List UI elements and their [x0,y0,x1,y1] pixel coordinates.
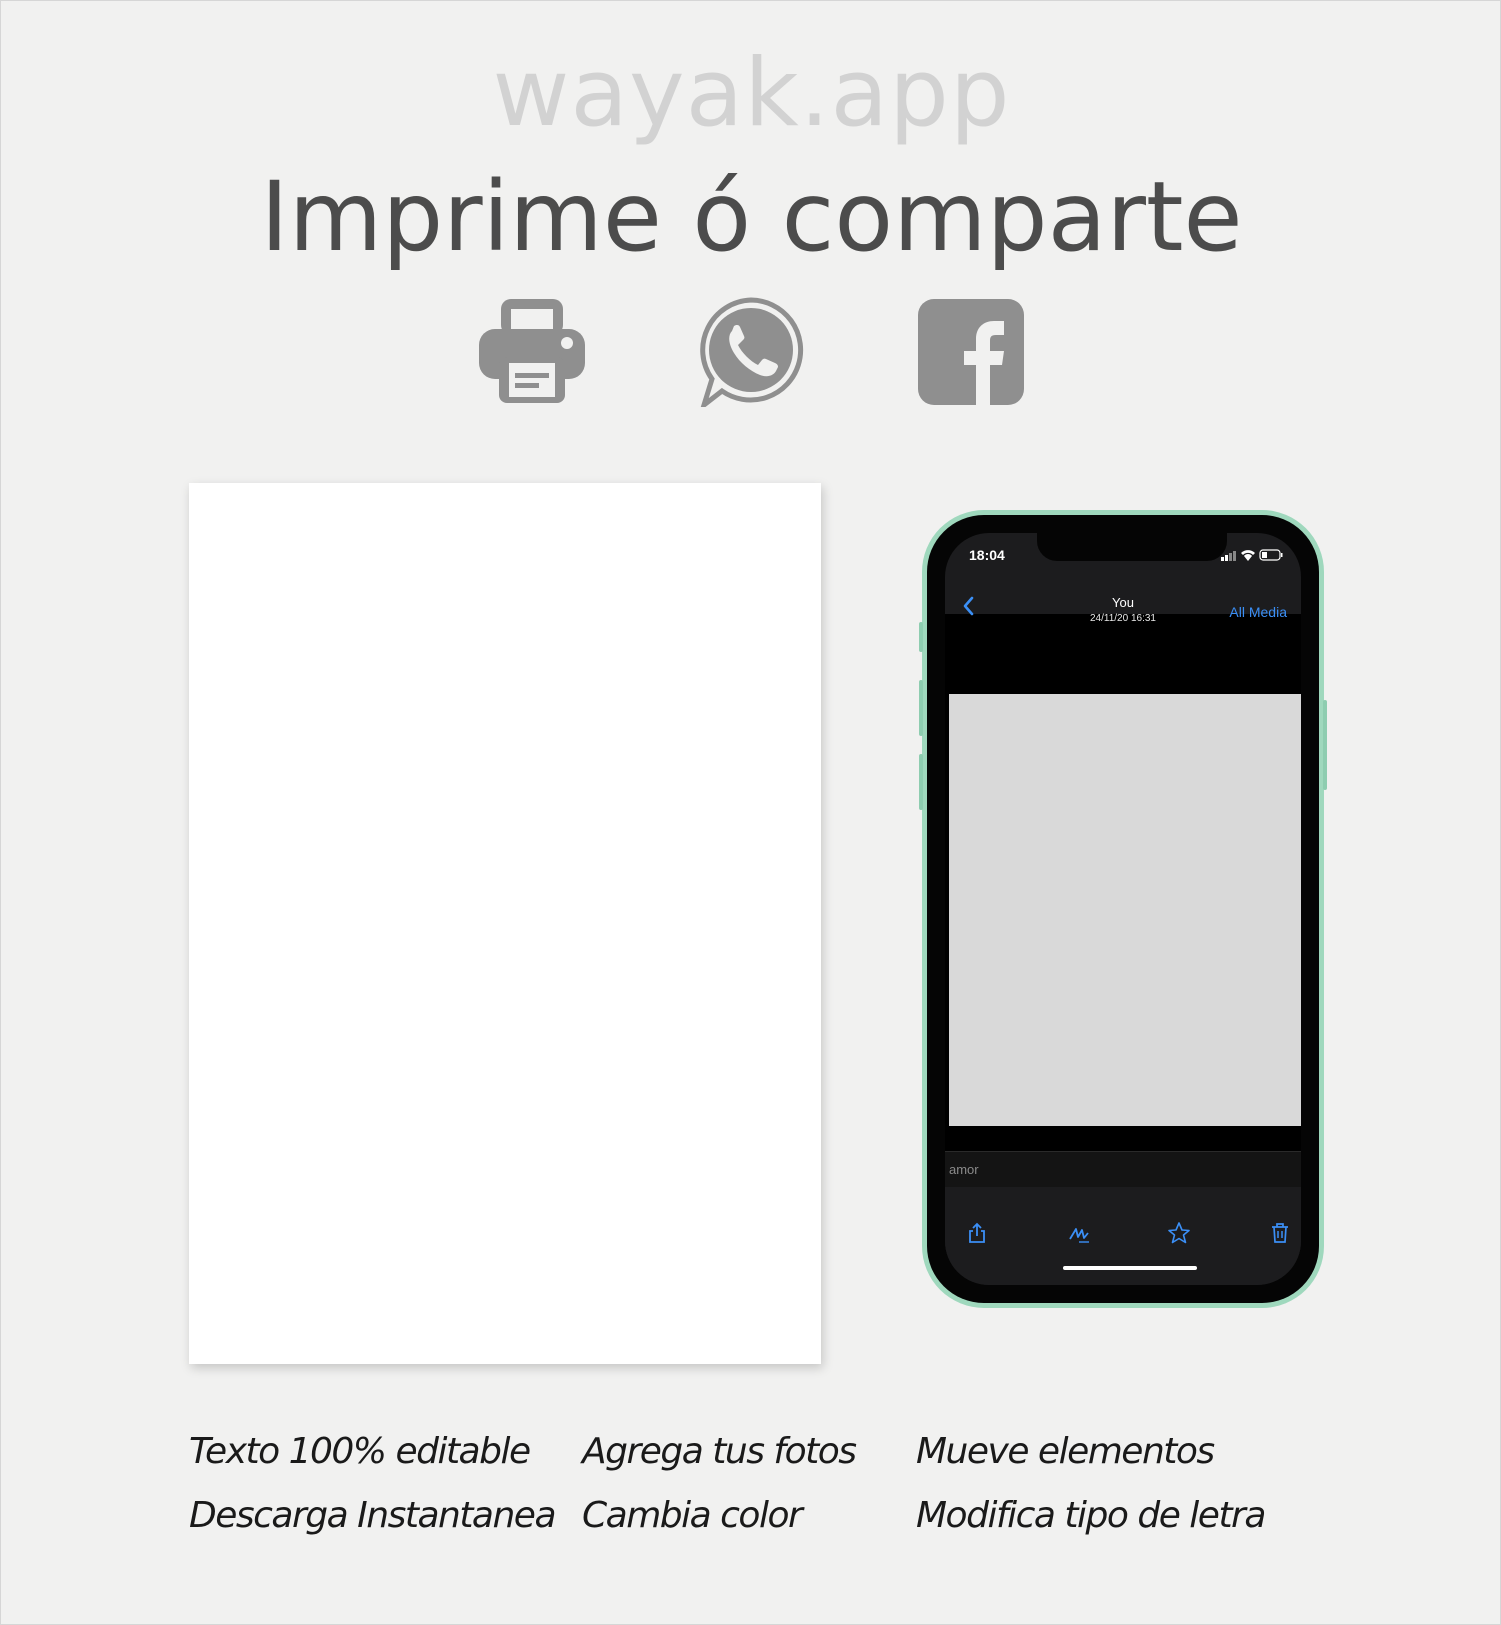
feature-add-photos: Agrega tus fotos [582,1431,857,1472]
phone-silent-switch [919,622,923,652]
phone-notch [1037,533,1227,561]
brand-title: wayak.app [492,39,1011,148]
phone-mockup: 18:04 You 24/11/20 16:31 All Media amor [919,510,1327,1308]
media-caption: amor [945,1151,1301,1187]
phone-volume-down [919,754,923,810]
status-time: 18:04 [969,547,1005,563]
trash-icon[interactable] [1268,1221,1292,1245]
media-preview-image[interactable] [949,694,1301,1126]
facebook-icon[interactable] [918,297,1024,407]
nav-bar: You 24/11/20 16:31 All Media [945,579,1301,639]
feature-editable-text: Texto 100% editable [189,1431,531,1472]
printable-invitation-sheet [189,483,821,1364]
feature-instant-download: Descarga Instantanea [189,1495,557,1536]
status-icons [1221,548,1283,562]
phone-power-button [1323,700,1327,790]
draw-icon[interactable] [1067,1221,1091,1245]
whatsapp-icon[interactable] [698,297,804,407]
feature-change-font: Modifica tipo de letra [916,1495,1266,1536]
home-indicator [1063,1266,1197,1270]
caption-text: amor [949,1162,979,1177]
feature-change-color: Cambia color [582,1495,803,1536]
feature-move-elements: Mueve elementos [916,1431,1215,1472]
share-icons [1,297,1501,412]
all-media-link[interactable]: All Media [1229,604,1287,620]
share-icon[interactable] [965,1221,989,1245]
star-icon[interactable] [1167,1221,1191,1245]
media-toolbar [945,1187,1301,1285]
page-headline: Imprime ó comparte [260,161,1243,273]
phone-screen: 18:04 You 24/11/20 16:31 All Media amor [945,533,1301,1285]
phone-bezel: 18:04 You 24/11/20 16:31 All Media amor [927,515,1319,1303]
printer-icon[interactable] [479,297,585,407]
phone-volume-up [919,680,923,736]
